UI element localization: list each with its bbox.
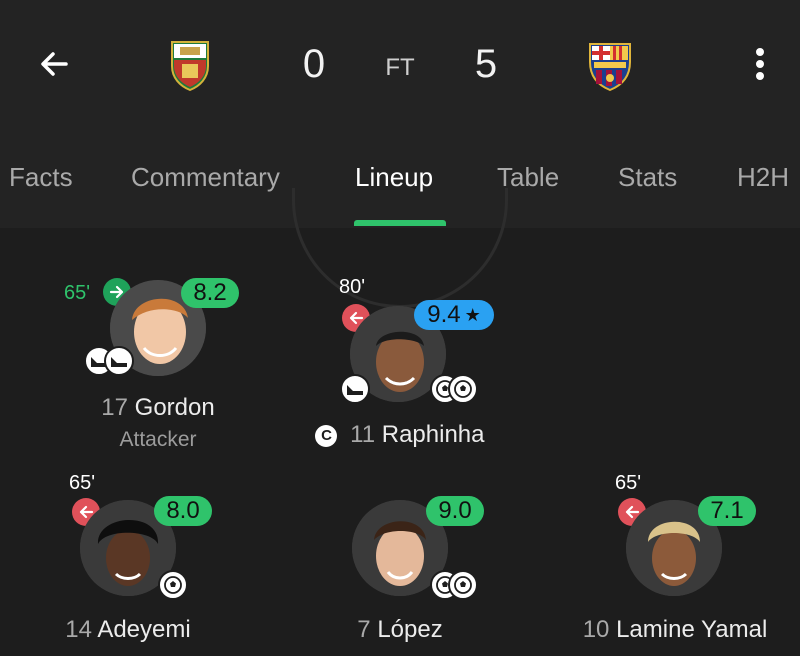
tab-commentary[interactable]: Commentary xyxy=(131,162,280,193)
player-name: 10 Lamine Yamal xyxy=(565,616,785,644)
player-name: 17 Gordon xyxy=(58,394,258,422)
player-number: 14 xyxy=(65,616,92,643)
tab-stats[interactable]: Stats xyxy=(618,162,677,193)
player-name-text: López xyxy=(377,616,443,643)
pitch-center-arc xyxy=(292,188,508,308)
more-options-button[interactable] xyxy=(740,40,780,88)
player-position: Attacker xyxy=(119,428,197,451)
player-name-text: Lamine Yamal xyxy=(616,616,768,643)
player-name-text: Adeyemi xyxy=(97,616,191,643)
away-team-crest[interactable] xyxy=(586,38,634,92)
player-number: 17 xyxy=(101,394,128,421)
sub-minute: 65' xyxy=(64,282,91,304)
player-rating-value: 9.4 xyxy=(427,301,461,328)
ball-icon xyxy=(158,570,188,600)
star-icon: ★ xyxy=(464,304,481,325)
home-score: 0 xyxy=(302,42,326,86)
tab-h2h[interactable]: H2H xyxy=(737,162,789,193)
player-rating: 9.0 xyxy=(426,496,484,526)
player-rating: 9.4 ★ xyxy=(414,300,494,330)
ball-icon xyxy=(448,570,478,600)
player-rating: 8.0 xyxy=(154,496,212,526)
player-rating: 7.1 xyxy=(698,496,756,526)
boot-icon xyxy=(340,374,370,404)
player-name: 14 Adeyemi xyxy=(28,616,228,644)
more-vertical-icon xyxy=(756,48,764,80)
back-button[interactable] xyxy=(30,40,78,88)
player-number: 7 xyxy=(357,616,371,643)
player-name: C 11 Raphinha xyxy=(300,421,500,449)
captain-badge: C xyxy=(315,424,338,447)
ball-icon xyxy=(448,374,478,404)
tab-facts[interactable]: Facts xyxy=(9,162,73,193)
match-status: FT xyxy=(385,54,415,81)
sub-minute: 80' xyxy=(339,276,366,298)
player-name-text: Raphinha xyxy=(381,421,485,448)
player-name: 7 López xyxy=(300,616,500,644)
arrow-left-icon xyxy=(41,52,68,76)
home-team-crest[interactable] xyxy=(166,38,214,92)
player-rating: 8.2 xyxy=(181,278,239,308)
player-name-text: Gordon xyxy=(134,394,215,421)
sub-minute: 65' xyxy=(69,472,96,494)
player-number: 10 xyxy=(582,616,610,643)
sub-minute: 65' xyxy=(615,472,642,494)
away-score: 5 xyxy=(474,42,498,86)
player-number: 11 xyxy=(350,421,376,448)
boots-icon xyxy=(104,346,134,376)
